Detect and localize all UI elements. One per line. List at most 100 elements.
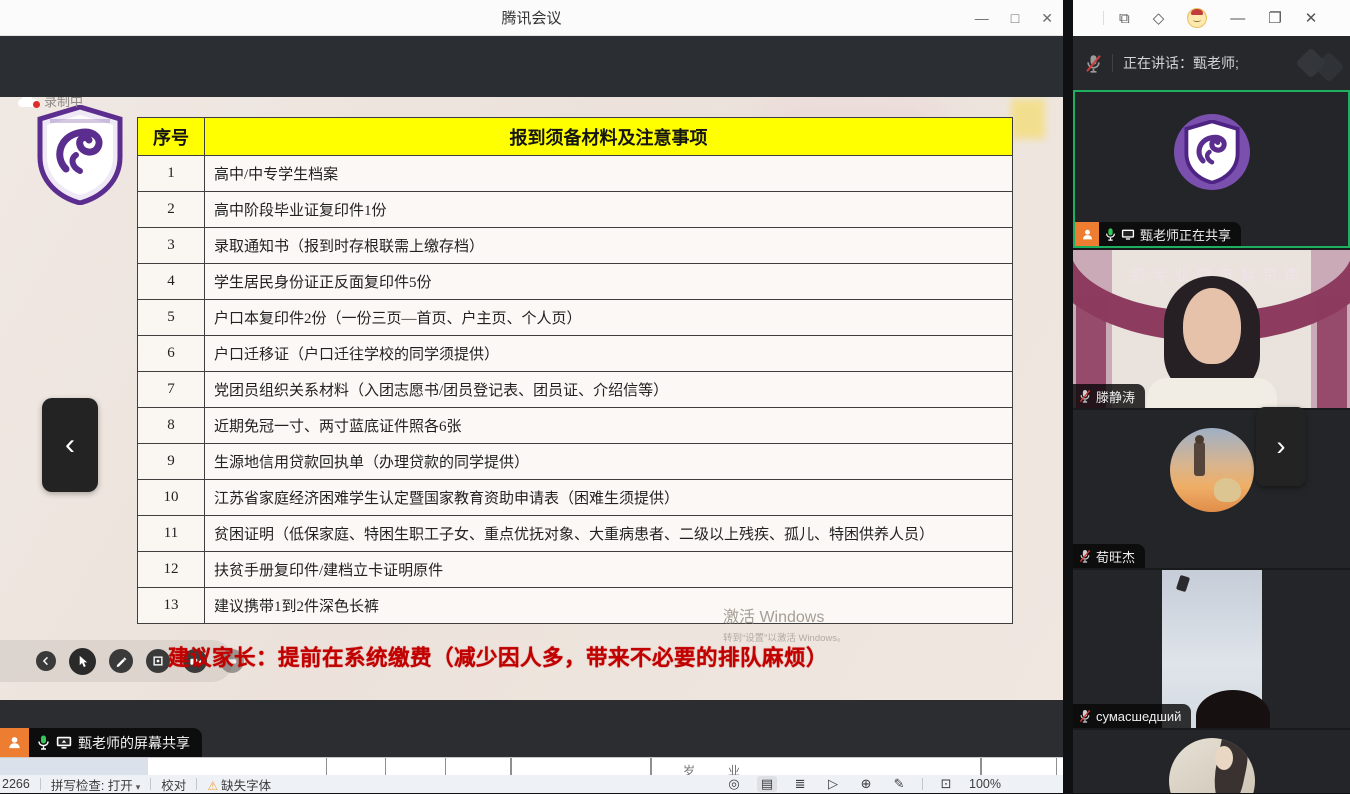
table-row: 4 学生居民身份证正反面复印件5份: [138, 264, 1013, 300]
recording-indicator: 录制中: [18, 97, 83, 110]
participant-label: 荀旺杰: [1073, 544, 1145, 568]
zoom-level[interactable]: 100%: [969, 777, 1001, 791]
editor-status-bar: 2266 拼写检查: 打开▾ 校对 ⚠缺失字体 ◎ ▤ ≣ ▷ ⊕ ✎ ⊡ 10…: [0, 775, 1063, 793]
window-title: 腾讯会议: [501, 7, 561, 28]
row-no: 7: [138, 372, 205, 408]
reading-view-icon[interactable]: ◎: [724, 776, 744, 792]
school-logo: [36, 105, 124, 205]
table-header-title: 报到须备材料及注意事项: [205, 118, 1013, 156]
art-avatar: [1169, 738, 1255, 793]
participant-tile-partial[interactable]: [1073, 730, 1350, 793]
row-text: 户口迁移证（户口迁往学校的同学须提供）: [205, 336, 1013, 372]
next-participants-button[interactable]: ›: [1256, 407, 1306, 486]
pencil-icon[interactable]: [109, 649, 133, 673]
row-no: 4: [138, 264, 205, 300]
mic-muted-icon: [1085, 54, 1102, 73]
chevron-right-icon: ›: [1277, 431, 1286, 462]
copy-layers-icon[interactable]: ⧉: [1119, 11, 1130, 26]
row-text: 户口本复印件2份（一份三页—首页、户主页、个人页）: [205, 300, 1013, 336]
row-text: 江苏省家庭经济困难学生认定暨国家教育资助申请表（困难生须提供）: [205, 480, 1013, 516]
table-row: 7 党团员组织关系材料（入团志愿书/团员登记表、团员证、介绍信等）: [138, 372, 1013, 408]
table-row: 9 生源地信用贷款回执单（办理贷款的同学提供）: [138, 444, 1013, 480]
slideshow-icon[interactable]: ▷: [823, 776, 843, 792]
host-person-icon: [1075, 222, 1099, 246]
doc-fragment: 业: [728, 762, 740, 776]
row-no: 6: [138, 336, 205, 372]
sidebar-titlebar: ⧉ ◇ — ❐ ✕: [1073, 0, 1350, 36]
cloud-record-icon: [18, 97, 38, 107]
row-no: 1: [138, 156, 205, 192]
web-view-icon[interactable]: ⊕: [856, 776, 876, 792]
avatar-emoji-icon[interactable]: [1187, 8, 1207, 28]
table-row: 13 建议携带1到2件深色长裤: [138, 588, 1013, 624]
meeting-window: 腾讯会议 — □ ✕ 录制中 序号 报到须备材料及注意事项: [0, 0, 1063, 793]
sidebar-minimize-button[interactable]: —: [1230, 11, 1245, 26]
row-no: 3: [138, 228, 205, 264]
minimize-button[interactable]: —: [975, 11, 989, 25]
ink-icon[interactable]: ✎: [889, 776, 909, 792]
mic-muted-icon: [1079, 709, 1091, 723]
spellcheck-dropdown[interactable]: 拼写检查: 打开▾: [51, 775, 140, 794]
screenshot-frame-icon[interactable]: [146, 649, 170, 673]
chevron-down-icon: ▾: [136, 782, 141, 792]
sidebar-restore-button[interactable]: ❐: [1268, 11, 1281, 26]
row-text: 高中阶段毕业证复印件1份: [205, 192, 1013, 228]
cube-icon[interactable]: ◇: [1153, 11, 1165, 26]
row-text: 高中/中专学生档案: [205, 156, 1013, 192]
table-row: 10 江苏省家庭经济困难学生认定暨国家教育资助申请表（困难生须提供）: [138, 480, 1013, 516]
table-row: 11 贫困证明（低保家庭、特困生职工子女、重点优抚对象、大重病患者、二级以上残疾…: [138, 516, 1013, 552]
table-row: 1 高中/中专学生档案: [138, 156, 1013, 192]
participant-tile-phone-video[interactable]: сумасшедший: [1073, 570, 1350, 728]
screen-share-icon: [56, 736, 72, 749]
screen-share-icon: [1121, 229, 1135, 240]
close-button[interactable]: ✕: [1041, 11, 1053, 25]
mic-muted-icon: [1079, 389, 1091, 403]
back-icon[interactable]: [36, 651, 56, 671]
participant-label: сумасшедший: [1073, 704, 1191, 728]
school-logo-avatar: [1174, 114, 1250, 190]
row-text: 学生居民身份证正反面复印件5份: [205, 264, 1013, 300]
row-text: 党团员组织关系材料（入团志愿书/团员登记表、团员证、介绍信等）: [205, 372, 1013, 408]
materials-table: 序号 报到须备材料及注意事项 1 高中/中专学生档案 2 高中阶段毕业证复印件1…: [137, 117, 1013, 624]
materials-table-body: 1 高中/中专学生档案 2 高中阶段毕业证复印件1份 3 录取通知书（报到时存根…: [138, 156, 1013, 624]
table-header-no: 序号: [138, 118, 205, 156]
background-pane: [0, 758, 148, 775]
meeting-titlebar: 腾讯会议 — □ ✕: [0, 0, 1063, 36]
maximize-button[interactable]: □: [1011, 11, 1019, 25]
outline-view-icon[interactable]: ≣: [790, 776, 810, 792]
normal-view-icon[interactable]: ▤: [757, 776, 777, 792]
table-row: 6 户口迁移证（户口迁往学校的同学须提供）: [138, 336, 1013, 372]
table-row: 12 扶贫手册复印件/建档立卡证明原件: [138, 552, 1013, 588]
row-text: 建议携带1到2件深色长裤: [205, 588, 1013, 624]
meeting-top-strip: [0, 36, 1063, 97]
sunset-avatar: [1170, 428, 1254, 512]
participant-tile-video[interactable]: 南京城市职业学院 滕静涛: [1073, 250, 1350, 408]
meeting-bottom-strip: 甄老师的屏幕共享: [0, 700, 1063, 757]
table-row: 2 高中阶段毕业证复印件1份: [138, 192, 1013, 228]
cursor-icon[interactable]: [69, 648, 96, 675]
recording-label: 录制中: [44, 97, 83, 110]
participant-tile-avatar[interactable]: 荀旺杰: [1073, 410, 1350, 568]
doc-fragment: 岁: [683, 762, 695, 776]
windows-activation-watermark: 激活 Windows 转到“设置”以激活 Windows。: [723, 603, 847, 644]
chevron-left-icon: ‹: [65, 428, 75, 462]
screen-share-status: 甄老师的屏幕共享: [0, 728, 202, 757]
active-speaker-bar: 正在讲话：甄老师;: [1073, 36, 1350, 90]
participant-label: 甄老师正在共享: [1075, 222, 1241, 246]
row-no: 2: [138, 192, 205, 228]
mic-on-icon: [37, 735, 50, 750]
table-row: 8 近期免冠一寸、两寸蓝底证件照各6张: [138, 408, 1013, 444]
host-person-icon: [0, 728, 29, 757]
previous-page-button[interactable]: ‹: [42, 398, 98, 492]
speaking-now-label: 正在讲话：甄老师;: [1123, 53, 1239, 73]
missing-font-warning[interactable]: ⚠缺失字体: [207, 775, 271, 794]
row-text: 扶贫手册复印件/建档立卡证明原件: [205, 552, 1013, 588]
proofread-button[interactable]: 校对: [161, 775, 186, 794]
slide-decoration: [1011, 99, 1045, 139]
sidebar-close-button[interactable]: ✕: [1305, 11, 1318, 26]
participant-tile-host[interactable]: 甄老师正在共享: [1073, 90, 1350, 248]
mic-on-icon: [1105, 228, 1116, 241]
fullscreen-icon[interactable]: ⊡: [936, 776, 956, 792]
row-no: 8: [138, 408, 205, 444]
row-text: 贫困证明（低保家庭、特困生职工子女、重点优抚对象、大重病患者、二级以上残疾、孤儿…: [205, 516, 1013, 552]
